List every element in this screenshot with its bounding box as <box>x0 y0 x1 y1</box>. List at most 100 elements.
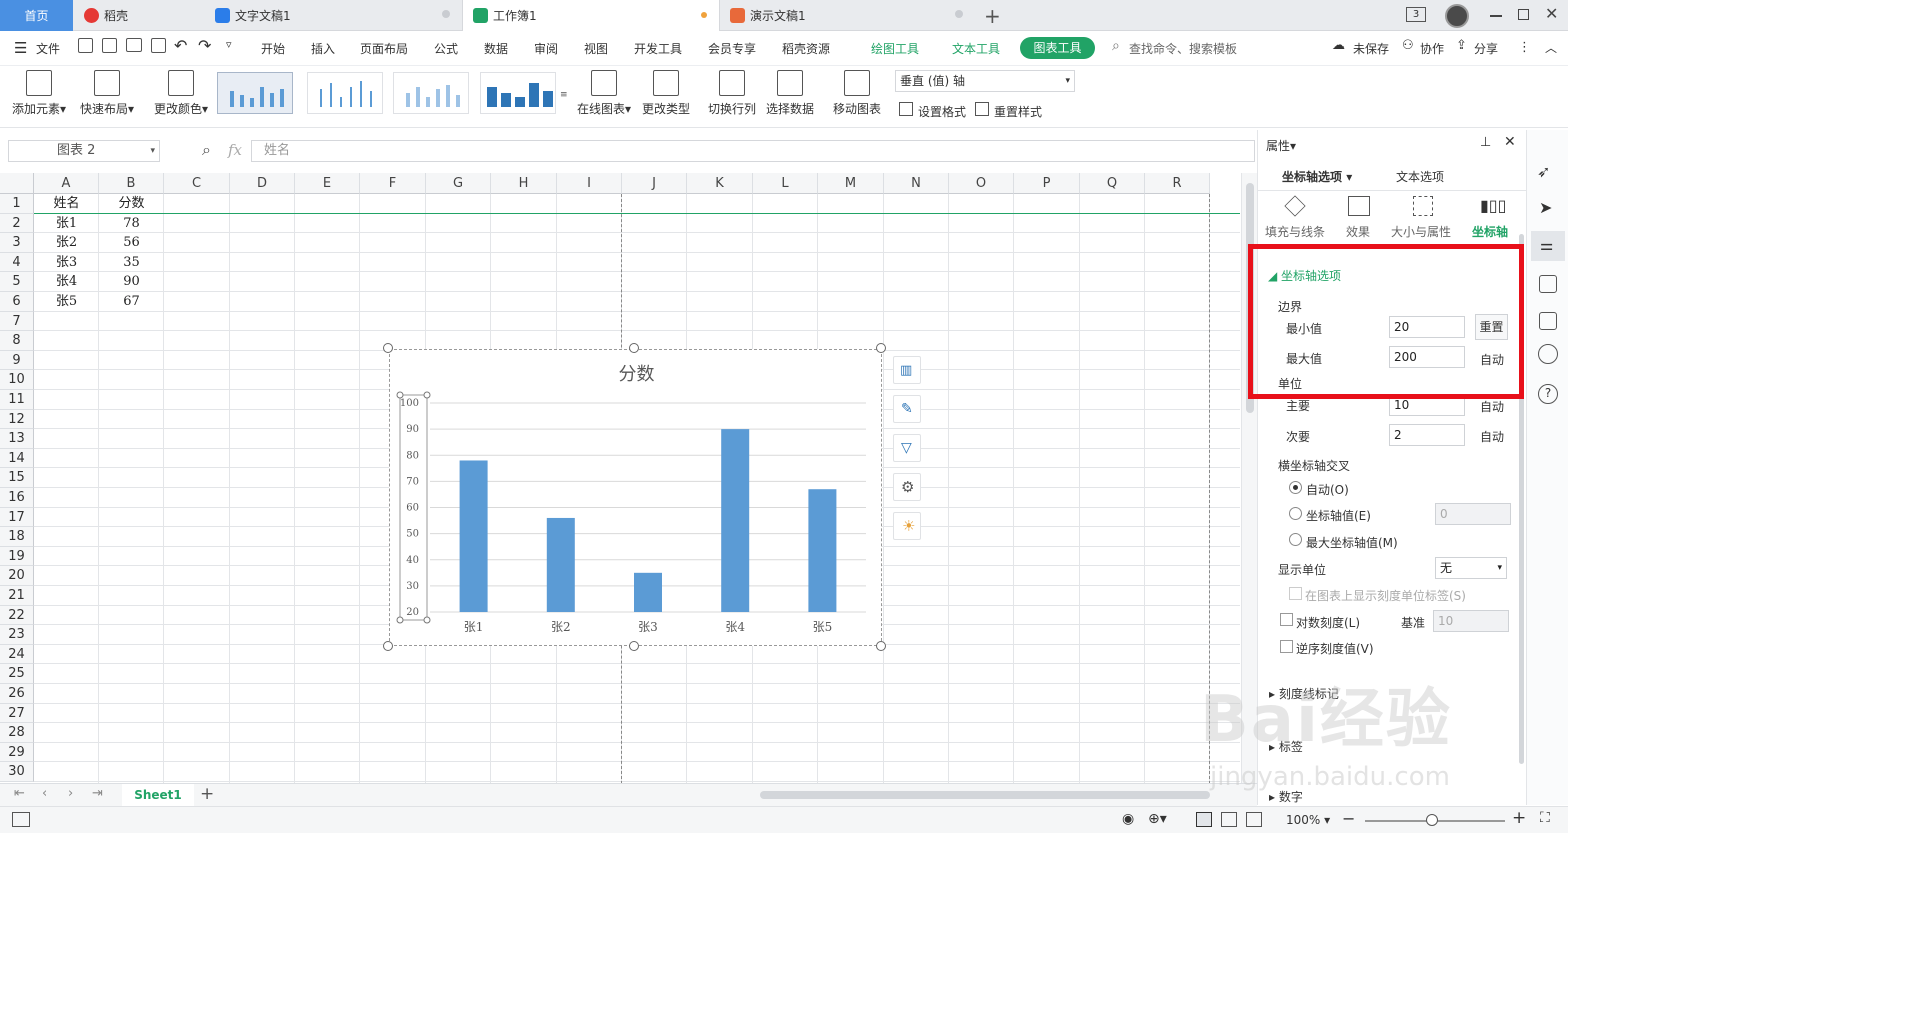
row-header[interactable]: 17 <box>0 507 34 528</box>
chart-bar[interactable] <box>459 460 488 612</box>
resize-handle[interactable] <box>383 641 393 651</box>
new-tab-button[interactable]: + <box>984 4 1001 28</box>
reverse-order-label[interactable]: 逆序刻度值(V) <box>1296 640 1374 657</box>
minimize-icon[interactable] <box>1490 15 1502 17</box>
tab-daoke[interactable]: 稻壳 <box>74 0 204 31</box>
tab-axis-options[interactable]: 坐标轴选项 ▾ <box>1268 162 1372 190</box>
row-header[interactable]: 21 <box>0 586 34 606</box>
move-chart-button[interactable]: 移动图表 <box>831 70 883 117</box>
normal-view-icon[interactable] <box>1196 812 1212 827</box>
cell[interactable]: 张1 <box>34 214 99 234</box>
shape-icon[interactable] <box>1539 275 1557 293</box>
cross-max-radio[interactable] <box>1289 533 1302 546</box>
redo-icon[interactable]: ↷ <box>198 36 211 55</box>
add-element-button[interactable]: 添加元素▾ <box>10 70 68 117</box>
change-type-button[interactable]: 更改类型 <box>640 70 692 117</box>
zoom-slider-thumb[interactable] <box>1426 814 1438 826</box>
set-format-button[interactable]: 设置格式 <box>918 103 966 120</box>
image-icon[interactable] <box>1539 312 1557 330</box>
rocket-icon[interactable]: ➶ <box>1537 162 1550 181</box>
formula-input[interactable]: 姓名 <box>251 140 1255 162</box>
column-header[interactable]: B <box>99 173 164 194</box>
subtab-effect[interactable]: 效果 <box>1346 223 1370 240</box>
quick-layout-button[interactable]: 快速布局▾ <box>77 70 137 117</box>
row-header[interactable]: 28 <box>0 723 34 743</box>
menu-member[interactable]: 会员专享 <box>708 40 756 57</box>
cell[interactable]: 35 <box>99 253 164 273</box>
resize-handle[interactable] <box>629 343 639 353</box>
help-icon[interactable]: ? <box>1538 384 1558 404</box>
chart-style-3[interactable] <box>393 72 469 114</box>
cursor-icon[interactable]: ➤ <box>1539 198 1552 217</box>
hamburger-icon[interactable]: ☰ <box>14 39 27 57</box>
row-header[interactable]: 9 <box>0 350 34 371</box>
save-icon[interactable] <box>78 38 93 53</box>
row-header[interactable]: 10 <box>0 370 34 390</box>
row-header[interactable]: 19 <box>0 546 34 567</box>
column-header[interactable]: I <box>557 173 622 194</box>
restore-icon[interactable] <box>1518 9 1529 20</box>
tab-close-icon[interactable] <box>955 10 963 18</box>
cell[interactable]: 姓名 <box>34 194 99 214</box>
chart-elements-button[interactable]: ▥ <box>893 356 921 384</box>
menu-home[interactable]: 开始 <box>261 40 285 57</box>
subtab-axis[interactable]: 坐标轴 <box>1472 223 1508 240</box>
customize-dropdown-icon[interactable]: ▿ <box>226 38 232 51</box>
close-icon[interactable]: ✕ <box>1545 4 1558 23</box>
row-header[interactable]: 2 <box>0 213 34 234</box>
collapse-ribbon-icon[interactable]: ︿ <box>1545 39 1557 56</box>
tab-text-options[interactable]: 文本选项 <box>1396 168 1444 185</box>
chart-bar[interactable] <box>721 429 750 612</box>
log-scale-checkbox[interactable] <box>1280 613 1293 626</box>
switch-row-col-button[interactable]: 切换行列 <box>706 70 758 117</box>
avatar[interactable] <box>1445 4 1469 28</box>
column-header[interactable]: G <box>426 173 491 194</box>
subtab-size-props[interactable]: 大小与属性 <box>1391 223 1451 240</box>
row-header[interactable]: 6 <box>0 292 34 312</box>
cell[interactable]: 张4 <box>34 272 99 292</box>
resize-handle[interactable] <box>876 641 886 651</box>
menu-developer[interactable]: 开发工具 <box>634 40 682 57</box>
unsaved-button[interactable]: 未保存 <box>1353 40 1389 57</box>
row-header[interactable]: 27 <box>0 703 34 724</box>
row-header[interactable]: 20 <box>0 566 34 586</box>
menu-view[interactable]: 视图 <box>584 40 608 57</box>
chart-tips-button[interactable]: ☀ <box>893 512 921 540</box>
cross-max-label[interactable]: 最大坐标轴值(M) <box>1306 534 1398 551</box>
row-header[interactable]: 7 <box>0 311 34 332</box>
window-count-badge[interactable]: 3 <box>1406 7 1426 22</box>
auto-major-button[interactable]: 自动 <box>1480 398 1504 415</box>
column-header[interactable]: C <box>164 173 230 194</box>
cell[interactable]: 67 <box>99 292 164 312</box>
menu-file[interactable]: 文件 <box>36 40 60 57</box>
print-preview-icon[interactable] <box>151 38 166 53</box>
name-box[interactable]: 图表 2 ▾ <box>8 140 160 162</box>
cross-value-radio[interactable] <box>1289 507 1302 520</box>
column-header[interactable]: O <box>949 173 1014 194</box>
print-icon[interactable] <box>126 38 142 52</box>
first-sheet-icon[interactable]: ⇤ <box>14 786 25 801</box>
axis-handle[interactable] <box>423 616 431 624</box>
chart-plot[interactable]: 100 90 80 70 60 50 40 30 20 张1 张2 张3 张4 张5 <box>390 350 883 647</box>
close-panel-icon[interactable]: ✕ <box>1504 134 1516 150</box>
column-header[interactable]: R <box>1145 173 1210 194</box>
row-header[interactable]: 5 <box>0 272 34 292</box>
axis-selector[interactable]: 垂直 (值) 轴 ▾ <box>895 70 1075 92</box>
column-header[interactable]: A <box>34 173 99 194</box>
tab-home[interactable]: 首页 <box>0 0 73 31</box>
subtab-fill-line[interactable]: 填充与线条 <box>1265 223 1325 240</box>
zoom-level[interactable]: 100% ▾ <box>1286 813 1330 827</box>
input-method-icon[interactable]: ⊕▾ <box>1148 811 1167 827</box>
zoom-out-icon[interactable]: − <box>1342 809 1355 828</box>
row-header[interactable]: 23 <box>0 625 34 645</box>
reset-style-button[interactable]: 重置样式 <box>994 103 1042 120</box>
menu-data[interactable]: 数据 <box>484 40 508 57</box>
chart-settings-button[interactable]: ⚙ <box>893 473 921 501</box>
sheet-tab[interactable]: Sheet1 <box>122 784 194 806</box>
row-header[interactable]: 8 <box>0 331 34 351</box>
cell[interactable]: 张3 <box>34 253 99 273</box>
row-header[interactable]: 16 <box>0 488 34 508</box>
row-header[interactable]: 3 <box>0 233 34 253</box>
select-all-corner[interactable] <box>0 173 34 194</box>
row-header[interactable]: 11 <box>0 390 34 410</box>
